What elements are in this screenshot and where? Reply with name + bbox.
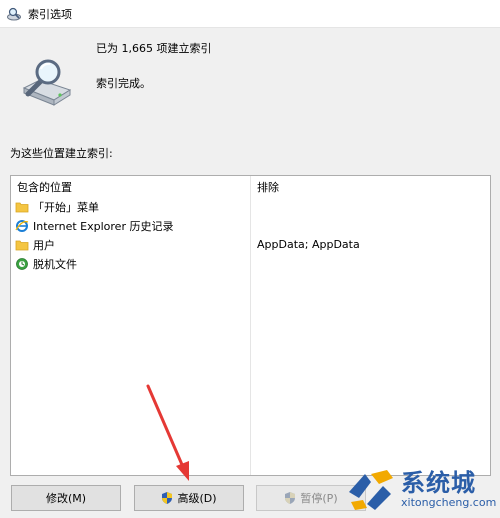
list-item-label: 脱机文件 [33, 258, 77, 271]
list-item[interactable]: 「开始」菜单 [15, 198, 99, 216]
advanced-button-label: 高级(D) [177, 492, 217, 505]
column-divider[interactable] [250, 176, 251, 475]
list-item-label: 「开始」菜单 [33, 201, 99, 214]
pause-button-label: 暂停(P) [300, 492, 338, 505]
watermark-en: xitongcheng.com [401, 496, 497, 509]
search-index-icon [22, 59, 72, 106]
locations-label: 为这些位置建立索引: [10, 147, 113, 160]
xitongcheng-logo-icon [349, 469, 393, 510]
modify-button[interactable]: 修改(M) [11, 485, 121, 511]
internet-explorer-icon [15, 220, 29, 232]
indexing-options-icon [7, 7, 21, 20]
offline-files-icon [16, 258, 28, 270]
title-bar: 索引选项 [0, 0, 500, 28]
column-included-locations[interactable]: 包含的位置 [17, 179, 72, 197]
indexed-locations-list[interactable]: 包含的位置 排除 「开始」菜单 Internet Explorer 历史记录 用… [10, 175, 491, 476]
indexing-status-message: 索引完成。 [96, 77, 151, 90]
list-item[interactable]: 用户 [15, 236, 55, 254]
uac-shield-icon [285, 492, 296, 504]
uac-shield-icon [162, 492, 173, 504]
list-item-label: 用户 [33, 239, 55, 252]
column-excluded[interactable]: 排除 [257, 179, 279, 197]
indexed-count-text: 已为 1,665 项建立索引 [96, 42, 212, 55]
folder-icon [15, 240, 29, 251]
folder-icon [15, 202, 29, 213]
list-item[interactable]: Internet Explorer 历史记录 [15, 217, 173, 235]
window-title: 索引选项 [28, 7, 72, 21]
watermark: 系统城 xitongcheng.com [345, 461, 500, 518]
watermark-cn: 系统城 [401, 469, 476, 497]
advanced-button[interactable]: 高级(D) [134, 485, 244, 511]
list-item-label: Internet Explorer 历史记录 [33, 220, 174, 233]
list-item-exclusions: AppData; AppData [257, 238, 360, 251]
list-item[interactable]: 脱机文件 [15, 255, 77, 273]
